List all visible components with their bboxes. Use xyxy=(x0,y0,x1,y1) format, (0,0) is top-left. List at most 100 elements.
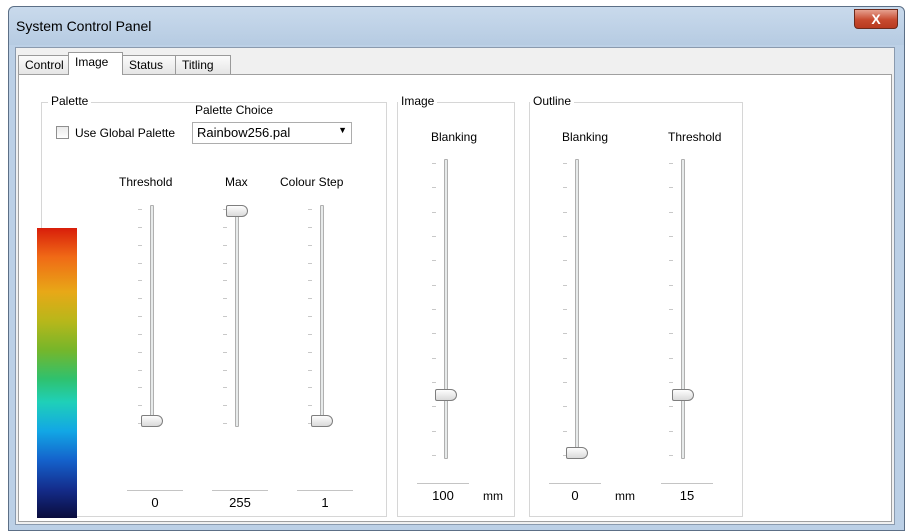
slider-thumb[interactable] xyxy=(672,389,694,402)
slider-tick xyxy=(432,357,436,359)
slider-tick xyxy=(669,236,673,237)
slider-tick xyxy=(432,406,436,408)
slider-thumb[interactable] xyxy=(226,205,248,217)
slider-tick xyxy=(138,405,142,407)
palette-threshold-value[interactable]: 0 xyxy=(127,490,183,512)
slider-tick xyxy=(138,298,142,300)
slider-tick xyxy=(308,244,312,246)
slider-tick xyxy=(138,226,142,228)
chevron-down-icon: ▼ xyxy=(338,125,347,135)
slider-tick xyxy=(223,351,227,353)
slider-tick xyxy=(308,333,312,335)
slider-tick xyxy=(138,369,142,371)
slider-thumb[interactable] xyxy=(435,389,457,402)
palette-choice-value: Rainbow256.pal xyxy=(197,125,291,140)
outline-threshold-value[interactable]: 15 xyxy=(661,483,713,505)
slider-tick xyxy=(138,351,142,353)
client-area: Control Image Status Titling Palette Pal… xyxy=(15,47,895,525)
slider-tick xyxy=(308,226,312,228)
slider-tick xyxy=(563,382,567,383)
slider-thumb[interactable] xyxy=(566,447,588,459)
palette-colour-step-value[interactable]: 1 xyxy=(297,490,353,512)
outline-group-label: Outline xyxy=(530,94,575,108)
image-blanking-value[interactable]: 100 xyxy=(417,483,469,505)
image-blanking-label: Blanking xyxy=(431,130,478,144)
image-group-label: Image xyxy=(398,94,438,108)
slider-track[interactable] xyxy=(320,205,324,427)
palette-group-label: Palette xyxy=(48,94,92,108)
slider-tick xyxy=(223,423,227,424)
slider-tick xyxy=(223,226,227,228)
slider-track[interactable] xyxy=(235,205,239,427)
slider-tick xyxy=(223,298,227,300)
slider-tick xyxy=(563,187,567,189)
outline-blanking-value[interactable]: 0 xyxy=(549,483,601,505)
slider-track[interactable] xyxy=(444,159,448,459)
slider-tick xyxy=(563,284,567,286)
slider-tick xyxy=(138,244,142,246)
slider-thumb[interactable] xyxy=(141,415,163,427)
palette-max-value[interactable]: 255 xyxy=(212,490,268,512)
slider-tick xyxy=(138,262,142,264)
slider-tick xyxy=(669,163,673,164)
slider-tick xyxy=(138,280,142,282)
slider-tick xyxy=(223,316,227,317)
outline-blanking-label: Blanking xyxy=(562,130,609,144)
slider-tick xyxy=(138,387,142,389)
slider-tick xyxy=(308,387,312,389)
slider-tick xyxy=(138,316,142,317)
slider-tick xyxy=(669,406,673,408)
slider-tick xyxy=(432,211,436,213)
slider-tick xyxy=(432,260,436,262)
slider-tick xyxy=(308,298,312,300)
slider-tick xyxy=(432,284,436,286)
slider-tick xyxy=(308,369,312,371)
slider-tick xyxy=(563,309,567,310)
slider-tick xyxy=(669,382,673,383)
slider-tick xyxy=(669,309,673,310)
slider-tick xyxy=(563,430,567,432)
slider-tick xyxy=(563,357,567,359)
slider-tick xyxy=(669,187,673,189)
slider-tick xyxy=(138,333,142,335)
tab-control[interactable]: Control xyxy=(18,55,69,74)
slider-tick xyxy=(669,430,673,432)
slider-thumb[interactable] xyxy=(311,415,333,427)
slider-tick xyxy=(432,163,436,164)
colour-step-label: Colour Step xyxy=(280,175,344,189)
use-global-palette-checkbox[interactable] xyxy=(56,126,69,139)
image-tab-pane: Palette Palette Choice Use Global Palett… xyxy=(18,74,892,522)
slider-track[interactable] xyxy=(150,205,154,427)
slider-tick xyxy=(669,211,673,213)
slider-tick xyxy=(308,316,312,317)
outline-blanking-unit: mm xyxy=(615,489,635,503)
use-global-palette-label: Use Global Palette xyxy=(75,126,176,140)
slider-tick xyxy=(308,209,312,210)
slider-tick xyxy=(308,280,312,282)
slider-tick xyxy=(223,244,227,246)
image-group: Image xyxy=(397,94,515,517)
outline-group: Outline xyxy=(529,94,743,517)
slider-tick xyxy=(223,333,227,335)
tab-image[interactable]: Image xyxy=(68,52,123,75)
close-button[interactable]: X xyxy=(854,9,898,29)
palette-choice-dropdown[interactable]: Rainbow256.pal ▼ xyxy=(192,122,352,144)
slider-track[interactable] xyxy=(575,159,579,459)
slider-tick xyxy=(563,260,567,262)
slider-tick xyxy=(563,333,567,335)
slider-tick xyxy=(223,369,227,371)
slider-tick xyxy=(432,309,436,310)
palette-choice-label: Palette Choice xyxy=(195,103,274,117)
tab-titling[interactable]: Titling xyxy=(175,55,231,74)
slider-track[interactable] xyxy=(681,159,685,459)
max-label: Max xyxy=(225,175,248,189)
slider-tick xyxy=(563,236,567,237)
title-bar[interactable]: System Control Panel X xyxy=(9,7,904,45)
image-blanking-unit: mm xyxy=(483,489,503,503)
system-control-panel-window: System Control Panel X Control Image Sta… xyxy=(8,6,905,531)
slider-tick xyxy=(563,163,567,164)
slider-tick xyxy=(432,455,436,456)
tab-status[interactable]: Status xyxy=(122,55,176,74)
outline-threshold-label: Threshold xyxy=(668,130,722,144)
slider-tick xyxy=(432,187,436,189)
